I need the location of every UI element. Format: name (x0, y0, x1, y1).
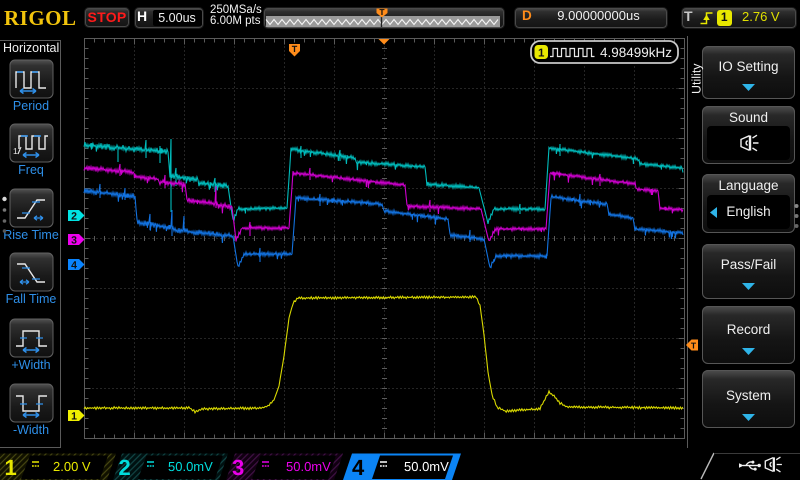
svg-text:1: 1 (71, 410, 77, 422)
svg-text:3: 3 (232, 455, 244, 480)
svg-text:1: 1 (13, 146, 18, 156)
svg-text:4: 4 (71, 259, 77, 271)
svg-text:50.0mV: 50.0mV (168, 459, 213, 474)
svg-text:2: 2 (119, 455, 131, 480)
svg-text:Utility: Utility (690, 63, 704, 94)
svg-text:4: 4 (352, 455, 365, 480)
svg-text:T: T (691, 340, 697, 350)
svg-text:T: T (292, 44, 298, 54)
svg-text:50.0mV: 50.0mV (286, 459, 331, 474)
svg-text:50.0mV: 50.0mV (404, 459, 449, 474)
svg-text:2: 2 (71, 210, 77, 222)
svg-text:1: 1 (5, 455, 17, 480)
svg-text:4.98499kHz: 4.98499kHz (600, 45, 672, 60)
svg-text:3: 3 (71, 234, 77, 246)
svg-text:2.00 V: 2.00 V (53, 459, 91, 474)
svg-text:T: T (379, 7, 385, 17)
svg-text:1: 1 (538, 47, 545, 59)
